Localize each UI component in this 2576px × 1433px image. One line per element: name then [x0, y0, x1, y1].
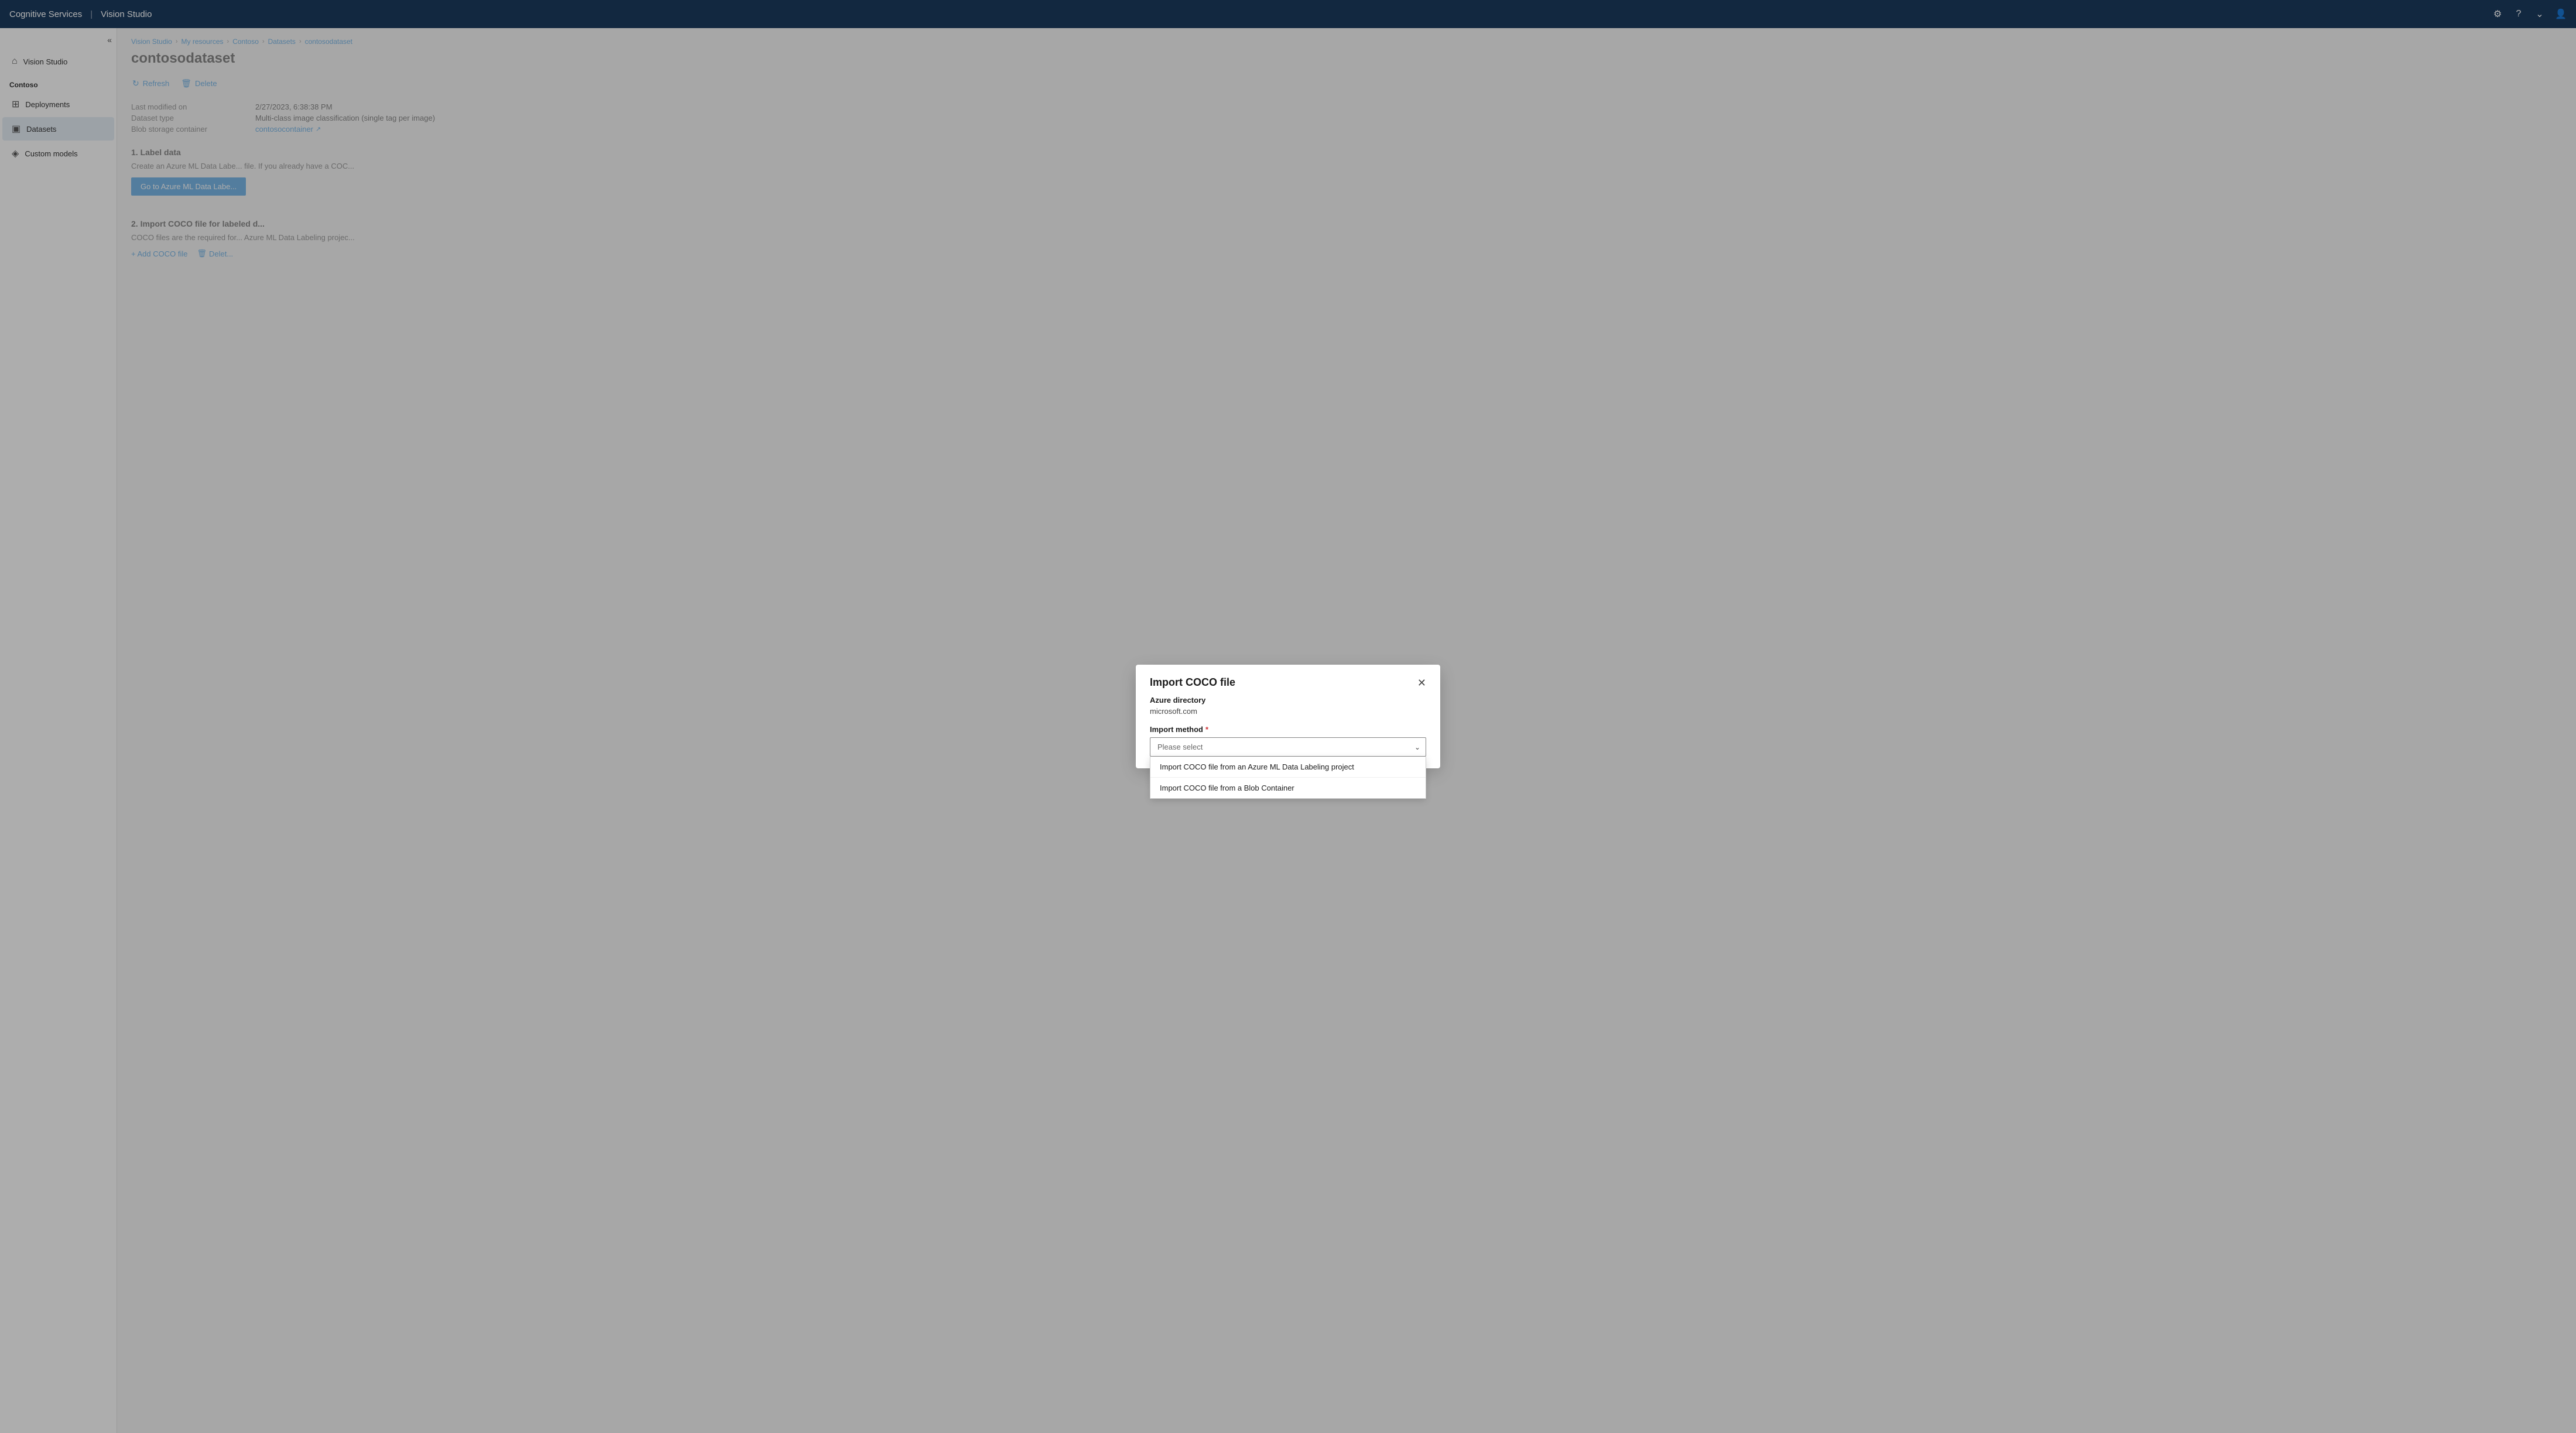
import-method-text: Import method [1150, 725, 1203, 734]
import-method-label: Import method * [1150, 725, 1426, 734]
azure-directory-value: microsoft.com [1150, 707, 1426, 716]
modal-overlay: Import COCO file ✕ Azure directory micro… [0, 0, 2576, 1433]
import-coco-modal: Import COCO file ✕ Azure directory micro… [1136, 665, 1440, 768]
modal-body: Azure directory microsoft.com Import met… [1136, 696, 1440, 768]
import-method-dropdown[interactable]: Please select Import COCO file from an A… [1150, 737, 1426, 757]
import-method-select[interactable]: Please select Import COCO file from an A… [1150, 737, 1426, 757]
required-star: * [1205, 725, 1208, 734]
modal-header: Import COCO file ✕ [1136, 665, 1440, 696]
dropdown-options-list: Import COCO file from an Azure ML Data L… [1150, 757, 1426, 799]
dropdown-option-azure-ml[interactable]: Import COCO file from an Azure ML Data L… [1150, 757, 1426, 778]
azure-directory-label: Azure directory [1150, 696, 1426, 704]
modal-title: Import COCO file [1150, 676, 1235, 689]
dropdown-option-blob[interactable]: Import COCO file from a Blob Container [1150, 778, 1426, 798]
modal-close-button[interactable]: ✕ [1417, 678, 1426, 688]
